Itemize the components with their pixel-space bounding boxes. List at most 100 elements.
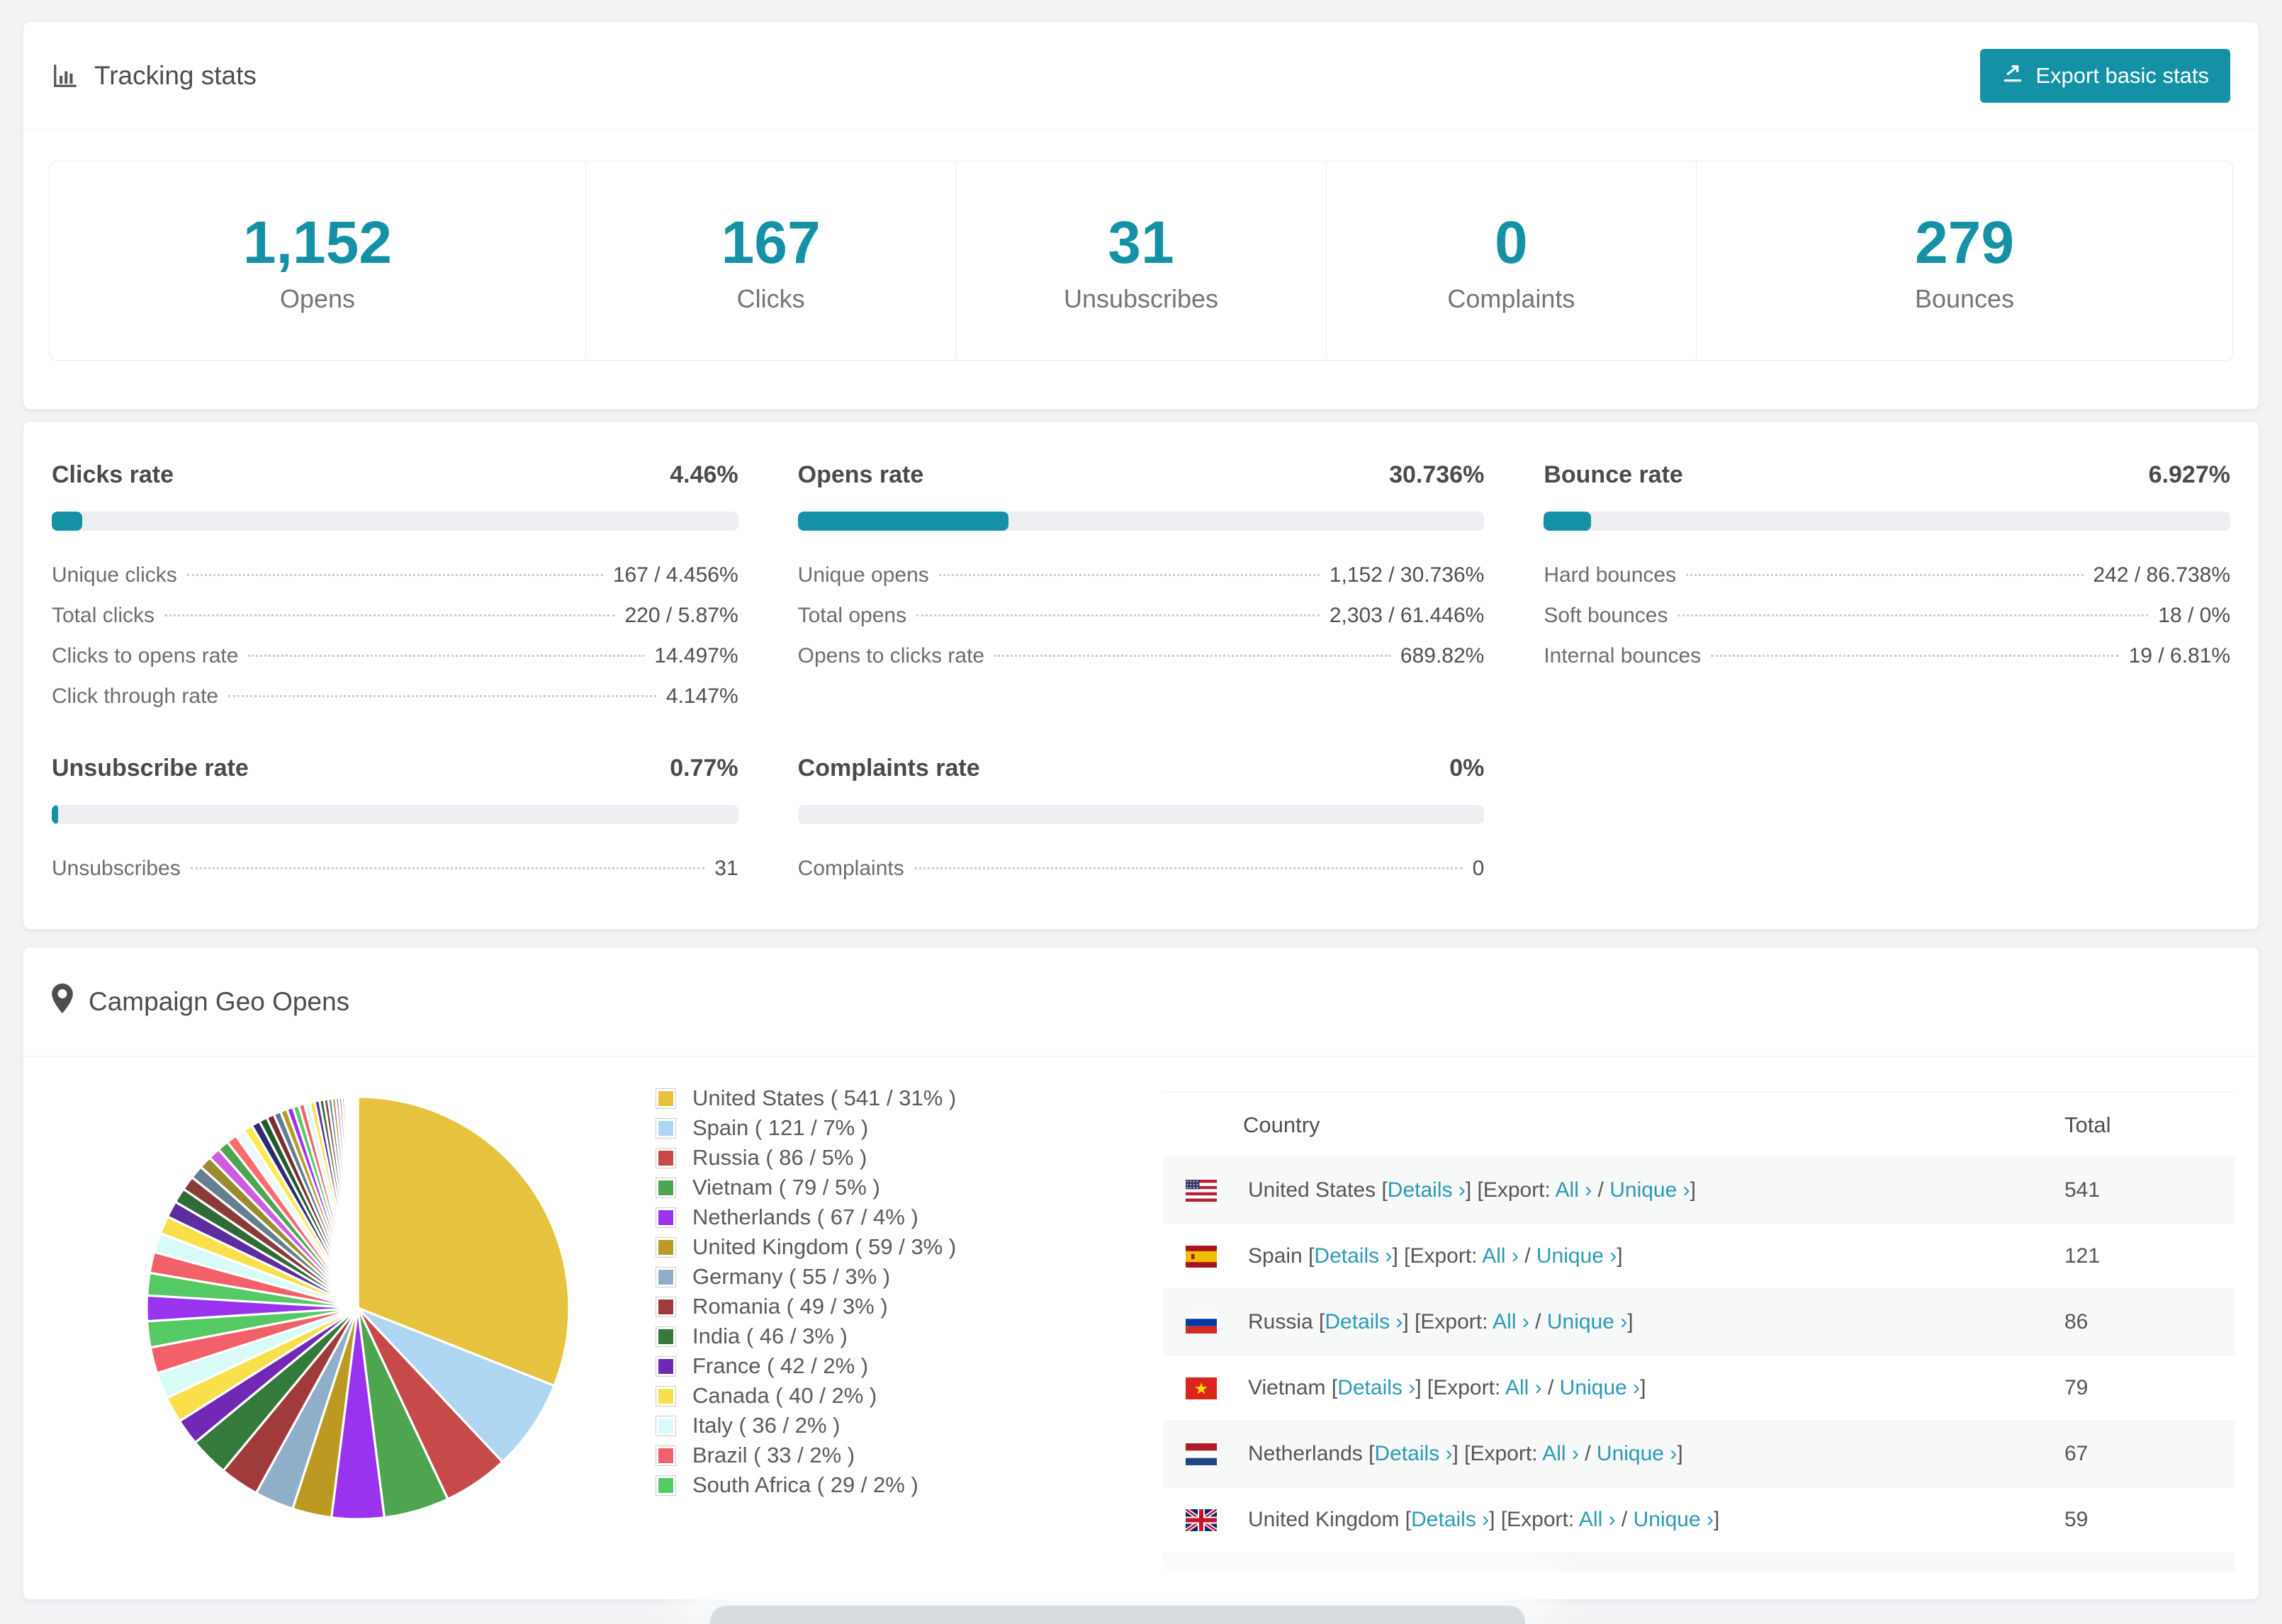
export-prefix: ] [Export: bbox=[1392, 1244, 1483, 1268]
legend-swatch bbox=[656, 1356, 675, 1376]
rate-detail-value: 167 / 4.456% bbox=[612, 563, 738, 587]
details-link[interactable]: Details › bbox=[1374, 1442, 1452, 1465]
tracking-card-header: Tracking stats Export basic stats bbox=[23, 22, 2259, 130]
bracket: ] bbox=[1714, 1508, 1720, 1531]
legend-item-india[interactable]: India ( 46 / 3% ) bbox=[656, 1321, 956, 1351]
slash-separator: / bbox=[1529, 1310, 1547, 1333]
rate-progress-track bbox=[797, 805, 1485, 824]
country-cell: Russia [Details ›] [Export: All › / Uniq… bbox=[1163, 1310, 2064, 1334]
summary-stats-row: 1,152 Opens 167 Clicks 31 Unsubscribes 0 Compla… bbox=[49, 161, 2233, 361]
export-all-link[interactable]: All › bbox=[1505, 1376, 1542, 1399]
export-prefix: ] [Export: bbox=[1403, 1310, 1493, 1333]
legend-item-russia[interactable]: Russia ( 86 / 5% ) bbox=[656, 1143, 956, 1173]
details-link[interactable]: Details › bbox=[1337, 1376, 1415, 1399]
legend-item-romania[interactable]: Romania ( 49 / 3% ) bbox=[656, 1292, 956, 1321]
rate-detail-label: Click through rate bbox=[52, 684, 219, 708]
rate-detail-rows: Unsubscribes 31 bbox=[52, 857, 738, 897]
rate-detail-value: 689.82% bbox=[1400, 644, 1485, 667]
export-unique-link[interactable]: Unique › bbox=[1597, 1442, 1677, 1465]
legend-swatch bbox=[656, 1237, 675, 1257]
rate-block-unsubscribe-rate: Unsubscribe rate 0.77% Unsubscribes 31 bbox=[52, 755, 738, 897]
legend-item-germany[interactable]: Germany ( 55 / 3% ) bbox=[656, 1262, 956, 1292]
legend-label: Brazil ( 33 / 2% ) bbox=[692, 1443, 855, 1467]
bracket: ] bbox=[1640, 1376, 1646, 1399]
export-all-link[interactable]: All › bbox=[1493, 1310, 1529, 1333]
legend-item-spain[interactable]: Spain ( 121 / 7% ) bbox=[656, 1113, 956, 1143]
legend-item-vietnam[interactable]: Vietnam ( 79 / 5% ) bbox=[656, 1173, 956, 1202]
bracket: ] bbox=[1617, 1244, 1623, 1268]
summary-stat-value: 1,152 bbox=[242, 208, 393, 276]
summary-stat-value: 31 bbox=[1108, 208, 1174, 276]
rate-detail-label: Soft bounces bbox=[1544, 604, 1668, 627]
rate-progress-fill bbox=[52, 512, 83, 531]
ru-flag-icon bbox=[1186, 1311, 1217, 1333]
summary-stat-value: 0 bbox=[1495, 208, 1528, 276]
rate-detail-row: Total opens 2,303 / 61.446% bbox=[798, 604, 1485, 644]
country-name: Vietnam bbox=[1248, 1376, 1332, 1399]
export-unique-link[interactable]: Unique › bbox=[1536, 1244, 1617, 1268]
geo-table-row-de-partial: Germany [Details ›] [Export: All › / Uni… bbox=[1163, 1552, 2235, 1572]
legend-swatch bbox=[656, 1386, 675, 1406]
rate-detail-label: Complaints bbox=[797, 857, 904, 880]
rates-grid: Clicks rate 4.46% Unique clicks 167 / 4.456… bbox=[23, 422, 2259, 932]
bracket: [ bbox=[1381, 1178, 1388, 1202]
details-link[interactable]: Details › bbox=[1314, 1244, 1392, 1268]
rate-detail-label: Unique opens bbox=[797, 563, 929, 587]
bottom-scrollbar[interactable] bbox=[710, 1606, 1525, 1624]
rate-detail-value: 242 / 86.738% bbox=[2093, 563, 2231, 587]
slash-separator: / bbox=[1615, 1508, 1634, 1531]
rate-detail-label: Clicks to opens rate bbox=[52, 644, 239, 667]
legend-label: Canada ( 40 / 2% ) bbox=[692, 1383, 877, 1408]
rate-progress-track bbox=[1544, 512, 2230, 531]
export-unique-link[interactable]: Unique › bbox=[1547, 1310, 1627, 1333]
rate-detail-value: 18 / 0% bbox=[2158, 604, 2230, 627]
dotted-leader bbox=[916, 614, 1320, 616]
geo-table-header: Country Total bbox=[1163, 1092, 2235, 1157]
total-value: 541 bbox=[2064, 1178, 2101, 1202]
export-all-link[interactable]: All › bbox=[1556, 1178, 1592, 1202]
summary-stat-value: 279 bbox=[1914, 208, 2015, 276]
legend-item-italy[interactable]: Italy ( 36 / 2% ) bbox=[656, 1411, 956, 1440]
legend-label: Italy ( 36 / 2% ) bbox=[692, 1413, 841, 1438]
dotted-leader bbox=[248, 655, 645, 657]
details-link[interactable]: Details › bbox=[1325, 1310, 1403, 1333]
export-all-link[interactable]: All › bbox=[1542, 1442, 1579, 1465]
legend-item-united-states[interactable]: United States ( 541 / 31% ) bbox=[656, 1083, 956, 1113]
country-links-text: United States [Details ›] [Export: All ›… bbox=[1248, 1178, 1696, 1202]
legend-item-canada[interactable]: Canada ( 40 / 2% ) bbox=[656, 1381, 956, 1411]
legend-item-brazil[interactable]: Brazil ( 33 / 2% ) bbox=[656, 1440, 956, 1470]
legend-item-netherlands[interactable]: Netherlands ( 67 / 4% ) bbox=[656, 1202, 956, 1232]
country-links-text: Netherlands [Details ›] [Export: All › /… bbox=[1248, 1442, 1683, 1466]
geo-table-row-us: United States [Details ›] [Export: All ›… bbox=[1163, 1157, 2235, 1223]
legend-label: Vietnam ( 79 / 5% ) bbox=[692, 1175, 880, 1200]
summary-stat-unsubscribes: 31 Unsubscribes bbox=[955, 162, 1325, 360]
legend-item-france[interactable]: France ( 42 / 2% ) bbox=[656, 1351, 956, 1381]
legend-item-south-africa[interactable]: South Africa ( 29 / 2% ) bbox=[656, 1470, 956, 1500]
export-all-link[interactable]: All › bbox=[1482, 1244, 1519, 1268]
legend-swatch bbox=[656, 1475, 675, 1495]
rate-detail-rows: Hard bounces 242 / 86.738% Soft bounces 18 … bbox=[1544, 563, 2230, 684]
rate-detail-row: Unique opens 1,152 / 30.736% bbox=[798, 563, 1485, 604]
dotted-leader bbox=[190, 867, 705, 869]
legend-item-united-kingdom[interactable]: United Kingdom ( 59 / 3% ) bbox=[656, 1232, 956, 1262]
legend-swatch bbox=[656, 1118, 675, 1138]
campaign-geo-opens-card: Campaign Geo Opens United States ( 541 /… bbox=[23, 947, 2259, 1600]
geo-title-label: Campaign Geo Opens bbox=[89, 986, 350, 1016]
export-all-link[interactable]: All › bbox=[1579, 1508, 1616, 1531]
rate-heading: Unsubscribe rate 0.77% bbox=[52, 755, 738, 782]
rate-title: Opens rate bbox=[797, 461, 924, 488]
rate-detail-value: 0 bbox=[1472, 857, 1485, 880]
export-basic-stats-button[interactable]: Export basic stats bbox=[1980, 48, 2230, 103]
gb-flag-icon bbox=[1184, 1507, 1218, 1533]
geo-table-row-nl: Netherlands [Details ›] [Export: All › /… bbox=[1163, 1421, 2235, 1487]
rate-heading: Clicks rate 4.46% bbox=[52, 461, 738, 489]
geo-table-row-gb: United Kingdom [Details ›] [Export: All … bbox=[1163, 1487, 2235, 1552]
rate-detail-label: Total opens bbox=[797, 604, 907, 627]
export-unique-link[interactable]: Unique › bbox=[1634, 1508, 1714, 1531]
export-unique-link[interactable]: Unique › bbox=[1609, 1178, 1690, 1202]
details-link[interactable]: Details › bbox=[1411, 1508, 1489, 1531]
geo-pie-chart[interactable] bbox=[131, 1081, 585, 1535]
export-unique-link[interactable]: Unique › bbox=[1560, 1376, 1640, 1399]
legend-label: India ( 46 / 3% ) bbox=[692, 1324, 848, 1348]
details-link[interactable]: Details › bbox=[1388, 1178, 1466, 1202]
